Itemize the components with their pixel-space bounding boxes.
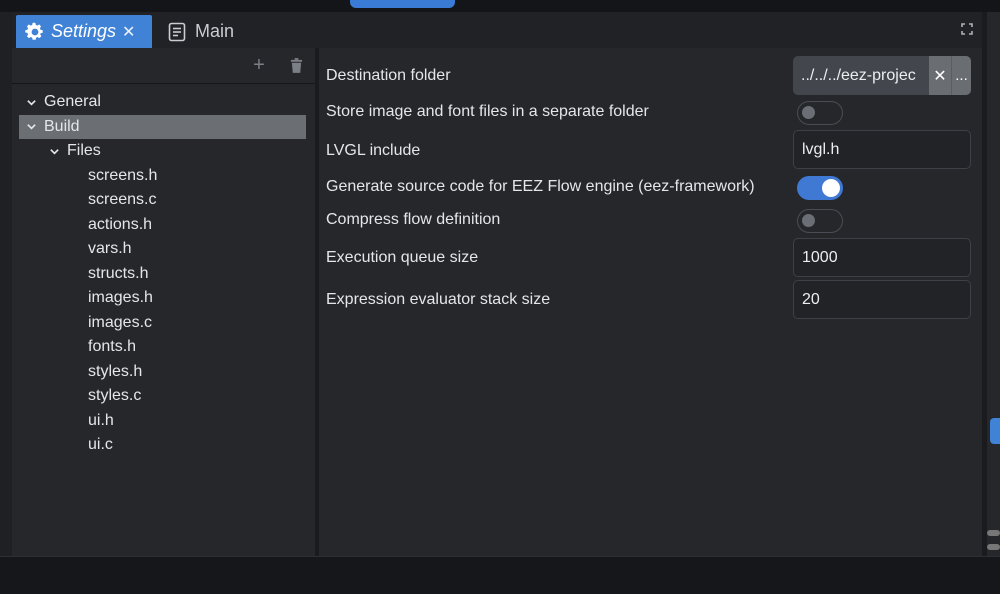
tab-bar: Settings ✕ Main (12, 12, 982, 48)
tree-folder-item[interactable]: General (12, 90, 315, 115)
bottom-status-bar (0, 556, 1000, 594)
chevron-down-icon[interactable] (24, 120, 38, 134)
tree-item-label: screens.h (88, 166, 158, 184)
browse-button[interactable]: ... (951, 56, 971, 95)
destination-folder-value[interactable]: ../../../eez-projec (793, 67, 929, 85)
tree-file-item[interactable]: screens.h (12, 164, 315, 189)
queue-size-label: Execution queue size (326, 249, 479, 266)
destination-folder-label: Destination folder (326, 67, 451, 84)
chevron-down-icon[interactable] (24, 95, 38, 109)
tab-settings-label: Settings (51, 21, 117, 41)
expand-icon[interactable] (960, 22, 974, 36)
queue-size-input[interactable]: 1000 (793, 238, 971, 277)
flow-engine-toggle[interactable] (797, 176, 843, 200)
window-top-strip (0, 0, 1000, 12)
tree-file-item[interactable]: screens.c (12, 188, 315, 213)
compress-flow-toggle[interactable] (797, 209, 843, 233)
properties-panel: Destination folder ../../../eez-projec ✕… (319, 48, 982, 556)
tree-item-label: images.c (88, 313, 153, 331)
tree-item-label: Build (44, 117, 80, 135)
separate-folder-toggle[interactable] (797, 101, 843, 125)
tab-main-label: Main (195, 21, 235, 41)
right-edge-panel (987, 12, 1000, 556)
tree-file-item[interactable]: ui.h (12, 409, 315, 434)
right-edge-active-item[interactable] (990, 418, 1000, 444)
tree-folder-item[interactable]: Build (19, 114, 306, 139)
tree-item-label: actions.h (88, 215, 153, 233)
tree-item-label: fonts.h (88, 338, 137, 356)
gear-icon (25, 22, 45, 42)
toggle-knob (822, 179, 840, 197)
file-tree: General Build Files screens.h screens.c actio… (12, 90, 315, 458)
tree-file-item[interactable]: styles.c (12, 384, 315, 409)
tree-folder-item[interactable]: Files (12, 139, 315, 164)
tab-settings[interactable]: Settings ✕ (16, 15, 152, 48)
lvgl-include-input[interactable]: lvgl.h (793, 130, 971, 169)
tree-file-item[interactable]: vars.h (12, 237, 315, 262)
close-icon[interactable]: ✕ (122, 22, 135, 42)
tab-main[interactable]: Main (168, 15, 234, 48)
tree-file-item[interactable]: ui.c (12, 433, 315, 458)
tree-item-label: vars.h (88, 240, 132, 258)
tree-item-label: styles.h (88, 362, 143, 380)
tree-toolbar: + (12, 48, 315, 84)
right-edge-scrollbar-2[interactable] (987, 544, 1000, 550)
tree-file-item[interactable]: structs.h (12, 262, 315, 287)
chevron-down-icon[interactable] (47, 144, 61, 158)
document-icon (168, 22, 186, 42)
clear-icon[interactable]: ✕ (929, 56, 951, 95)
tree-file-item[interactable]: styles.h (12, 360, 315, 385)
tree-item-label: structs.h (88, 264, 149, 282)
stack-size-input[interactable]: 20 (793, 280, 971, 319)
separate-folder-label: Store image and font files in a separate… (326, 103, 649, 120)
tree-file-item[interactable]: images.h (12, 286, 315, 311)
tree-item-label: ui.h (88, 411, 114, 429)
tree-item-label: Files (67, 142, 101, 160)
tree-file-item[interactable]: actions.h (12, 213, 315, 238)
build-tree-panel: + General Build Files screens.h screens.c act… (12, 48, 315, 556)
top-accent-tab[interactable] (350, 0, 455, 8)
tree-item-label: screens.c (88, 191, 157, 209)
toggle-knob (802, 106, 815, 119)
tree-file-item[interactable]: fonts.h (12, 335, 315, 360)
tree-item-label: ui.c (88, 436, 113, 454)
lvgl-include-label: LVGL include (326, 142, 421, 159)
tree-item-label: General (44, 93, 101, 111)
left-edge-panel (0, 12, 12, 556)
flow-engine-label: Generate source code for EEZ Flow engine… (326, 178, 755, 195)
tree-item-label: images.h (88, 289, 153, 307)
trash-icon[interactable] (287, 56, 305, 74)
compress-flow-label: Compress flow definition (326, 211, 501, 228)
destination-folder-field[interactable]: ../../../eez-projec ✕ ... (793, 56, 971, 95)
toggle-knob (802, 214, 815, 227)
tree-item-label: styles.c (88, 387, 142, 405)
plus-icon[interactable]: + (250, 54, 268, 76)
tree-file-item[interactable]: images.c (12, 311, 315, 336)
right-edge-scrollbar[interactable] (987, 530, 1000, 536)
stack-size-label: Expression evaluator stack size (326, 291, 551, 308)
